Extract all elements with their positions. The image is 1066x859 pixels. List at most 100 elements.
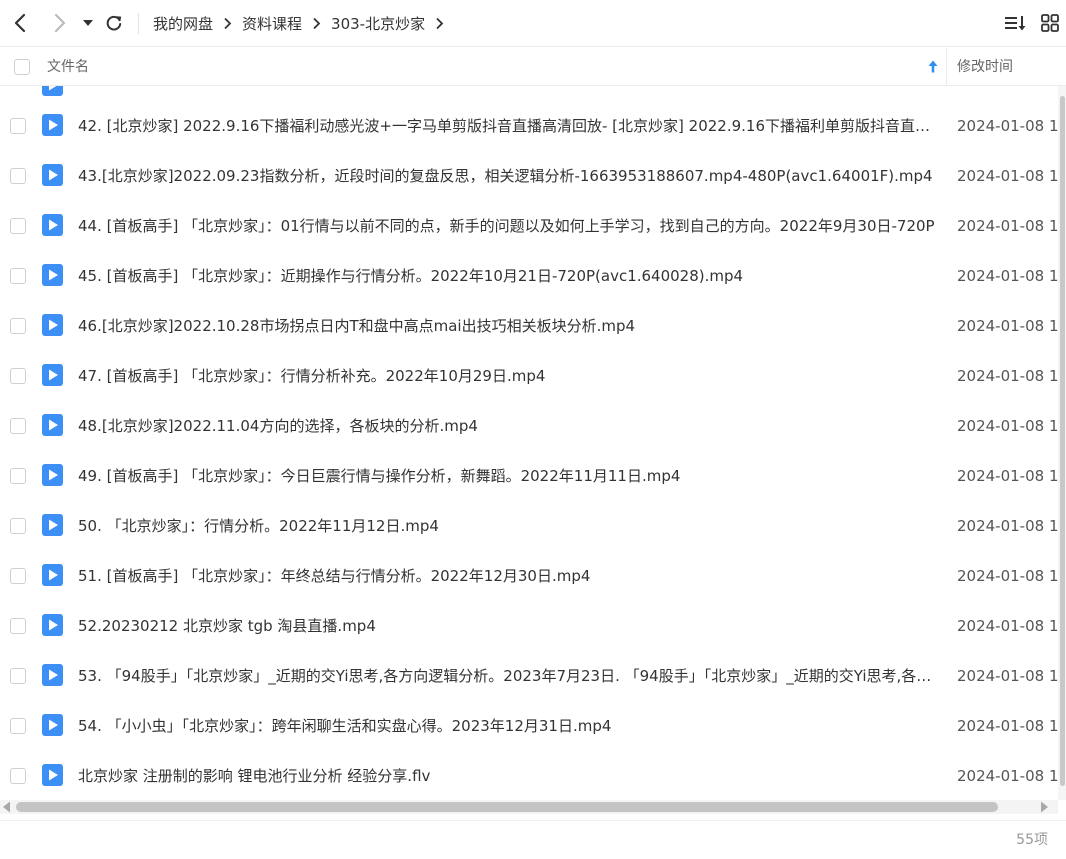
file-modified-time: 2024-01-08 1 [957,367,1058,385]
file-row[interactable]: 50. 「北京炒家」：行情分析。2022年11月12日.mp4 2024-01-0… [0,501,1058,551]
file-modified-time: 2024-01-08 1 [957,267,1058,285]
file-name[interactable]: 46.[北京炒家]2022.10.28市场拐点日内T和盘中高点mai出技巧相关板… [78,301,938,351]
file-modified-time: 2024-01-08 1 [957,317,1058,335]
select-all-checkbox[interactable] [14,59,30,75]
file-name[interactable]: 42. [北京炒家] 2022.9.16下播福利动感光波+一字马单剪版抖音直播高… [78,101,938,151]
grid-view-icon [1041,14,1059,32]
file-name[interactable]: 43.[北京炒家]2022.09.23指数分析，近段时间的复盘反思，相关逻辑分析… [78,151,938,201]
breadcrumb-item-courses[interactable]: 资料课程 [242,13,302,34]
row-checkbox[interactable] [10,468,26,484]
grid-view-button[interactable] [1040,0,1060,46]
row-checkbox[interactable] [10,618,26,634]
file-modified-time: 2024-01-08 1 [957,417,1058,435]
file-name[interactable]: 50. 「北京炒家」：行情分析。2022年11月12日.mp4 [78,501,938,551]
chevron-right-icon [435,17,444,30]
toolbar-divider [138,13,139,34]
file-name[interactable]: 52.20230212 北京炒家 tgb 淘县直播.mp4 [78,601,938,651]
refresh-button[interactable] [103,0,125,46]
video-file-icon [42,414,63,436]
file-name[interactable]: 44. [首板高手] 「北京炒家」：01行情与以前不同的点，新手的问题以及如何上… [78,201,938,251]
row-checkbox[interactable] [10,668,26,684]
video-file-icon [42,114,63,136]
row-checkbox[interactable] [10,118,26,134]
row-checkbox[interactable] [10,268,26,284]
file-modified-time: 2024-01-08 1 [957,767,1058,785]
file-row[interactable]: 45. [首板高手] 「北京炒家」：近期操作与行情分析。2022年10月21日-… [0,251,1058,301]
chevron-right-icon [54,13,66,33]
file-modified-time: 2024-01-08 1 [957,217,1058,235]
chevron-right-icon [223,17,232,30]
video-file-icon [42,214,63,236]
row-checkbox[interactable] [10,368,26,384]
file-row[interactable]: 54. 「小小虫」「北京炒家」：跨年闲聊生活和实盘心得。2023年12月31日.… [0,701,1058,751]
video-file-icon [42,314,63,336]
file-row[interactable]: 48.[北京炒家]2022.11.04方向的选择，各板块的分析.mp4 2024-… [0,401,1058,451]
scroll-right-icon[interactable] [1040,801,1049,813]
file-row[interactable]: 43.[北京炒家]2022.09.23指数分析，近段时间的复盘反思，相关逻辑分析… [0,151,1058,201]
video-file-icon [42,764,63,786]
video-file-icon [42,514,63,536]
column-divider [946,48,947,85]
video-file-icon [42,364,63,386]
file-modified-time: 2024-01-08 1 [957,517,1058,535]
file-modified-time: 2024-01-08 1 [957,667,1058,685]
file-row[interactable]: 52.20230212 北京炒家 tgb 淘县直播.mp4 2024-01-08 … [0,601,1058,651]
row-checkbox[interactable] [10,168,26,184]
file-modified-time: 2024-01-08 1 [957,717,1058,735]
video-file-icon [42,464,63,486]
row-checkbox[interactable] [10,718,26,734]
row-checkbox[interactable] [10,518,26,534]
file-modified-time: 2024-01-08 1 [957,617,1058,635]
video-file-icon [42,264,63,286]
file-row[interactable]: 42. [北京炒家] 2022.9.16下播福利动感光波+一字马单剪版抖音直播高… [0,101,1058,151]
file-name[interactable]: 47. [首板高手] 「北京炒家」：行情分析补充。2022年10月29日.mp4 [78,351,938,401]
column-header-name[interactable]: 文件名 [47,48,89,86]
scroll-left-icon[interactable] [2,801,11,813]
file-name[interactable]: 54. 「小小虫」「北京炒家」：跨年闲聊生活和实盘心得。2023年12月31日.… [78,701,938,751]
row-checkbox[interactable] [10,218,26,234]
file-name[interactable]: 北京炒家 注册制的影响 锂电池行业分析 经验分享.flv [78,751,938,800]
forward-button[interactable] [48,0,72,46]
breadcrumb-item-current[interactable]: 303-北京炒家 [331,13,425,34]
video-file-icon [42,664,63,686]
file-row[interactable]: 北京炒家 注册制的影响 锂电池行业分析 经验分享.flv 2024-01-08 1 [0,751,1058,800]
horizontal-scrollbar-thumb[interactable] [16,802,998,812]
video-file-icon [42,564,63,586]
sort-button[interactable] [1003,0,1027,46]
video-file-icon [42,164,63,186]
file-row[interactable]: 47. [首板高手] 「北京炒家」：行情分析补充。2022年10月29日.mp4… [0,351,1058,401]
file-name[interactable]: 45. [首板高手] 「北京炒家」：近期操作与行情分析。2022年10月21日-… [78,251,938,301]
file-row[interactable]: 51. [首板高手] 「北京炒家」：年终总结与行情分析。2022年12月30日.… [0,551,1058,601]
sort-ascending-icon[interactable] [928,60,938,73]
breadcrumb-item-root[interactable]: 我的网盘 [153,13,213,34]
back-button[interactable] [8,0,32,46]
file-name[interactable]: 48.[北京炒家]2022.11.04方向的选择，各板块的分析.mp4 [78,401,938,451]
row-checkbox[interactable] [10,318,26,334]
row-checkbox[interactable] [10,418,26,434]
chevron-right-icon [312,17,321,30]
toolbar: 我的网盘 资料课程 303-北京炒家 [0,0,1066,47]
file-name[interactable]: 51. [首板高手] 「北京炒家」：年终总结与行情分析。2022年12月30日.… [78,551,938,601]
item-count: 55项 [1016,832,1048,848]
video-file-icon [42,714,63,736]
file-modified-time: 2024-01-08 1 [957,117,1058,135]
status-bar: 55项 [0,820,1066,856]
video-file-icon [42,614,63,636]
file-row[interactable]: 49. [首板高手] 「北京炒家」：今日巨震行情与操作分析，新舞蹈。2022年1… [0,451,1058,501]
file-list: 42. [北京炒家] 2022.9.16下播福利动感光波+一字马单剪版抖音直播高… [0,86,1058,800]
file-row[interactable]: 44. [首板高手] 「北京炒家」：01行情与以前不同的点，新手的问题以及如何上… [0,201,1058,251]
file-row[interactable]: 46.[北京炒家]2022.10.28市场拐点日内T和盘中高点mai出技巧相关板… [0,301,1058,351]
file-row[interactable]: 53. 「94股手」「北京炒家」_近期的交Yi思考,各方向逻辑分析。2023年7… [0,651,1058,701]
sort-list-icon [1005,16,1026,31]
row-checkbox[interactable] [10,768,26,784]
file-icon-partial [42,86,63,96]
row-checkbox[interactable] [10,568,26,584]
caret-down-icon [83,20,93,26]
breadcrumb: 我的网盘 资料课程 303-北京炒家 [153,0,454,46]
column-header-modified-time[interactable]: 修改时间 [957,48,1013,86]
file-name[interactable]: 49. [首板高手] 「北京炒家」：今日巨震行情与操作分析，新舞蹈。2022年1… [78,451,938,501]
history-dropdown-button[interactable] [80,0,96,46]
refresh-icon [106,15,122,31]
file-name[interactable]: 53. 「94股手」「北京炒家」_近期的交Yi思考,各方向逻辑分析。2023年7… [78,651,938,701]
vertical-scrollbar-thumb[interactable] [1060,96,1065,786]
